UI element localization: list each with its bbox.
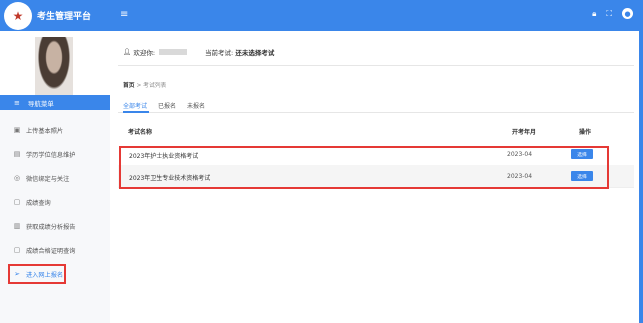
- sidebar-item-label: 成绩查询: [26, 199, 51, 207]
- user-icon[interactable]: ●: [622, 8, 633, 19]
- fullscreen-icon[interactable]: ⛶: [606, 9, 612, 19]
- tab-unregistered[interactable]: 未报名: [187, 101, 205, 110]
- column-header-name: 考试名称: [128, 129, 153, 136]
- tab-active-indicator: [123, 111, 149, 113]
- current-exam-value: 还未选择考试: [235, 49, 275, 57]
- profile-photo-area: [0, 31, 110, 95]
- tab-all-exams[interactable]: 全部考试: [123, 101, 147, 110]
- image-icon: ▣: [13, 126, 21, 134]
- report-icon: ▥: [13, 222, 21, 230]
- tab-underline: [118, 112, 634, 113]
- annotation-highlight-box: [8, 264, 66, 284]
- welcome-label: 欢迎你:: [133, 49, 156, 57]
- avatar: [35, 37, 73, 95]
- wechat-icon: ◎: [13, 174, 21, 182]
- sidebar-item-label: 学历学位信息维护: [26, 151, 76, 159]
- top-bar: ≡ 🔒︎ ⛶ ●: [110, 0, 643, 31]
- brand-header: ★ 考生管理平台: [0, 0, 110, 31]
- column-header-date: 开考年月: [512, 129, 537, 136]
- sidebar-item-label: 上传基本照片: [26, 127, 64, 135]
- sidebar-item-label: 成绩合格证明查询: [26, 247, 76, 255]
- top-right-tools: 🔒︎ ⛶ ●: [592, 8, 633, 19]
- annotation-highlight-box: [119, 146, 609, 189]
- username-redacted: [159, 49, 188, 55]
- sidebar-item-upload-photo[interactable]: ▣ 上传基本照片: [0, 118, 110, 142]
- sidebar-item-score-report[interactable]: ▥ 获取成绩分析报告: [0, 214, 110, 238]
- current-exam-label: 当前考试:: [205, 49, 234, 57]
- right-edge-bar: [639, 0, 643, 323]
- tab-bar: 全部考试 已报名 未报名: [123, 101, 205, 110]
- sidebar-item-wechat[interactable]: ◎ 微信绑定与关注: [0, 166, 110, 190]
- user-icon: 👤︎: [123, 48, 132, 56]
- file-icon: ▢: [13, 198, 21, 206]
- nav-list: ▣ 上传基本照片 ▤ 学历学位信息维护 ◎ 微信绑定与关注 ▢ 成绩查询 ▥ 获…: [0, 118, 110, 286]
- breadcrumb-home[interactable]: 首页: [123, 83, 135, 89]
- sidebar-item-education[interactable]: ▤ 学历学位信息维护: [0, 142, 110, 166]
- menu-icon: ≡: [14, 98, 20, 107]
- sidebar-item-certificate[interactable]: ▢ 成绩合格证明查询: [0, 238, 110, 262]
- book-icon: ▤: [13, 150, 21, 158]
- divider: [118, 65, 634, 66]
- breadcrumb: 首页 > 考试列表: [123, 80, 166, 89]
- sidebar-item-scores[interactable]: ▢ 成绩查询: [0, 190, 110, 214]
- certificate-icon: ▢: [13, 246, 21, 254]
- lock-icon[interactable]: 🔒︎: [592, 9, 596, 19]
- app-title: 考生管理平台: [37, 12, 92, 22]
- table-header: 考试名称 开考年月 操作: [118, 121, 634, 141]
- nav-header-label: 导航菜单: [27, 99, 54, 108]
- sidebar-item-label: 微信绑定与关注: [26, 175, 70, 183]
- breadcrumb-current: 考试列表: [143, 83, 167, 89]
- column-header-action: 操作: [579, 129, 592, 136]
- tab-registered[interactable]: 已报名: [158, 101, 176, 110]
- welcome-bar: 👤︎ 欢迎你: 当前考试: 还未选择考试: [123, 47, 274, 57]
- nav-header: ≡ 导航菜单: [0, 95, 110, 110]
- breadcrumb-separator: >: [136, 83, 142, 89]
- hamburger-icon[interactable]: ≡: [120, 9, 128, 20]
- sidebar-item-label: 获取成绩分析报告: [26, 223, 76, 231]
- logo: ★: [4, 1, 32, 30]
